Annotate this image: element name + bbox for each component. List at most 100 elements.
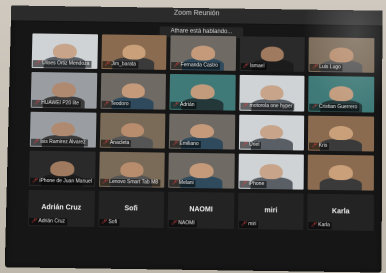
participant-head <box>122 44 146 59</box>
participant-tile[interactable]: 🎤︎Ulises Ortiz Mendoza <box>32 33 98 69</box>
participant-name-tag: 🎤︎Jim_barata <box>102 61 138 68</box>
participant-head <box>260 124 284 139</box>
participant-name-tag: 🎤︎iPhone <box>239 181 266 188</box>
participant-display-name: Karla <box>308 208 374 216</box>
participant-head <box>51 122 75 137</box>
participant-name-tag: 🎤︎HUAWEI P20 lite <box>32 99 81 107</box>
participant-name-tag: 🎤︎Fernanda Castro <box>171 62 220 70</box>
muted-mic-icon: 🎤︎ <box>173 101 179 107</box>
participant-name: Luis Lugo <box>319 64 341 70</box>
participant-tile[interactable]: 🎤︎Kris <box>308 115 374 151</box>
participant-name: Cristian Guerrero <box>319 103 357 110</box>
participant-head <box>53 43 77 58</box>
participant-name: Lenovo Smart Tab M8 <box>109 179 158 186</box>
participant-name-tag: 🎤︎Ulises Ortiz Mendoza <box>33 60 92 68</box>
participant-head <box>259 164 283 179</box>
participant-name-tag: 🎤︎Ismael <box>241 63 267 70</box>
participant-name-tag: 🎤︎miri <box>239 221 259 228</box>
participant-tile-no-video[interactable]: Karla 🎤︎Karla <box>308 194 374 231</box>
muted-mic-icon: 🎤︎ <box>32 178 39 184</box>
participant-tile[interactable]: 🎤︎Ismael <box>240 36 306 72</box>
participant-name-tag: 🎤︎Adrián Cruz <box>29 218 67 226</box>
participant-name: Karla <box>318 222 330 228</box>
participant-name-tag: 🎤︎iPhone de Juan Manuel <box>30 178 94 186</box>
muted-mic-icon: 🎤︎ <box>312 64 318 70</box>
participant-name-tag: 🎤︎Sofi <box>99 219 119 226</box>
participant-tile[interactable]: 🎤︎Lenovo Smart Tab M8 <box>99 152 165 188</box>
participant-tile[interactable]: 🎤︎Adrián <box>170 74 236 110</box>
participant-tile[interactable]: 🎤︎Cristian Guerrero <box>309 76 375 112</box>
participant-tile[interactable]: 🎤︎Uriel <box>239 114 305 150</box>
participant-tile[interactable]: 🎤︎iPhone de Juan Manuel <box>29 151 95 187</box>
participant-name: Adrián <box>180 102 195 108</box>
participant-tile[interactable]: 🎤︎iPhone <box>238 154 304 190</box>
muted-mic-icon: 🎤︎ <box>102 179 108 185</box>
participant-tile-no-video[interactable]: Sofi 🎤︎Sofi <box>98 191 164 228</box>
muted-mic-icon: 🎤︎ <box>242 142 248 148</box>
muted-mic-icon: 🎤︎ <box>34 100 40 106</box>
muted-mic-icon: 🎤︎ <box>241 181 247 187</box>
muted-mic-icon: 🎤︎ <box>311 222 317 228</box>
participant-name: Anacleta <box>110 140 130 146</box>
muted-mic-icon: 🎤︎ <box>101 219 108 225</box>
participant-name-tag: 🎤︎motorola one hyper <box>240 102 294 110</box>
participant-head <box>120 162 144 177</box>
muted-mic-icon: 🎤︎ <box>172 141 178 147</box>
title-bar: Zoom Reunión <box>11 6 383 27</box>
participant-name: iPhone de Juan Manuel <box>39 178 92 185</box>
participant-head <box>261 46 285 61</box>
participant-name: Adrián Cruz <box>38 218 65 224</box>
participant-display-name: miri <box>238 207 304 215</box>
participant-head <box>191 84 215 99</box>
participant-tile[interactable]: 🎤︎Melani <box>168 153 234 189</box>
participant-tile-no-video[interactable]: NAOMI 🎤︎NAOMI <box>168 192 234 229</box>
participant-name: Uriel <box>249 142 259 148</box>
muted-mic-icon: 🎤︎ <box>171 220 177 226</box>
muted-mic-icon: 🎤︎ <box>103 100 109 106</box>
participant-tile-no-video[interactable]: Adrián Cruz 🎤︎Adrián Cruz <box>28 190 95 227</box>
participant-head <box>121 83 145 98</box>
gallery-grid: 🎤︎Ulises Ortiz Mendoza 🎤︎Jim_barata 🎤︎Fern… <box>27 33 374 270</box>
participant-name-tag: 🎤︎Teodoro <box>101 100 131 107</box>
participant-tile[interactable]: 🎤︎Fernanda Castro <box>170 35 236 71</box>
muted-mic-icon: 🎤︎ <box>31 218 38 224</box>
muted-mic-icon: 🎤︎ <box>171 180 177 186</box>
muted-mic-icon: 🎤︎ <box>104 61 110 67</box>
participant-tile[interactable]: 🎤︎Teodoro <box>100 73 166 109</box>
participant-tile[interactable]: 🎤︎Isis Ramirez Alvarez <box>30 111 96 147</box>
muted-mic-icon: 🎤︎ <box>173 62 179 68</box>
participant-tile[interactable]: 🎤︎motorola one hyper <box>239 75 305 111</box>
participant-tile[interactable]: 🎤︎Jim_barata <box>101 34 167 70</box>
participant-head <box>50 161 74 176</box>
participant-name: Kris <box>319 143 328 149</box>
muted-mic-icon: 🎤︎ <box>241 221 247 227</box>
participant-name: Fernanda Castro <box>181 62 218 68</box>
participant-name: Sofi <box>108 219 117 225</box>
participant-tile[interactable]: 🎤︎Luis Lugo <box>309 37 374 73</box>
participant-name: Ismael <box>250 63 265 69</box>
participant-name: HUAWEI P20 lite <box>41 100 79 106</box>
participant-name: iPhone <box>249 181 265 187</box>
participant-name: motorola one hyper <box>249 103 292 110</box>
muted-mic-icon: 🎤︎ <box>243 63 249 69</box>
participant-tile[interactable]: 🎤︎Anacleta <box>99 112 165 148</box>
participant-tile[interactable] <box>308 155 374 191</box>
participant-head <box>191 45 215 60</box>
participant-head <box>329 165 353 180</box>
participant-name-tag: 🎤︎Kris <box>309 143 329 150</box>
participant-name-tag: 🎤︎Isis Ramirez Alvarez <box>31 139 88 147</box>
participant-body <box>320 178 362 191</box>
participant-tile[interactable]: 🎤︎Emiliano <box>169 113 235 149</box>
participant-name-tag: 🎤︎Emiliano <box>170 141 201 148</box>
participant-name-tag: 🎤︎Adrián <box>171 101 197 108</box>
participant-name: miri <box>248 221 256 227</box>
participant-head <box>260 85 284 100</box>
participant-name-tag: 🎤︎Karla <box>309 222 332 229</box>
participant-head <box>329 125 353 140</box>
participant-display-name: Adrián Cruz <box>28 204 94 212</box>
participant-tile[interactable]: 🎤︎HUAWEI P20 lite <box>31 72 97 108</box>
participant-head <box>190 163 214 178</box>
participant-name-tag: 🎤︎NAOMI <box>169 220 197 227</box>
participant-tile-no-video[interactable]: miri 🎤︎miri <box>238 193 304 230</box>
participant-display-name: Sofi <box>98 205 164 213</box>
